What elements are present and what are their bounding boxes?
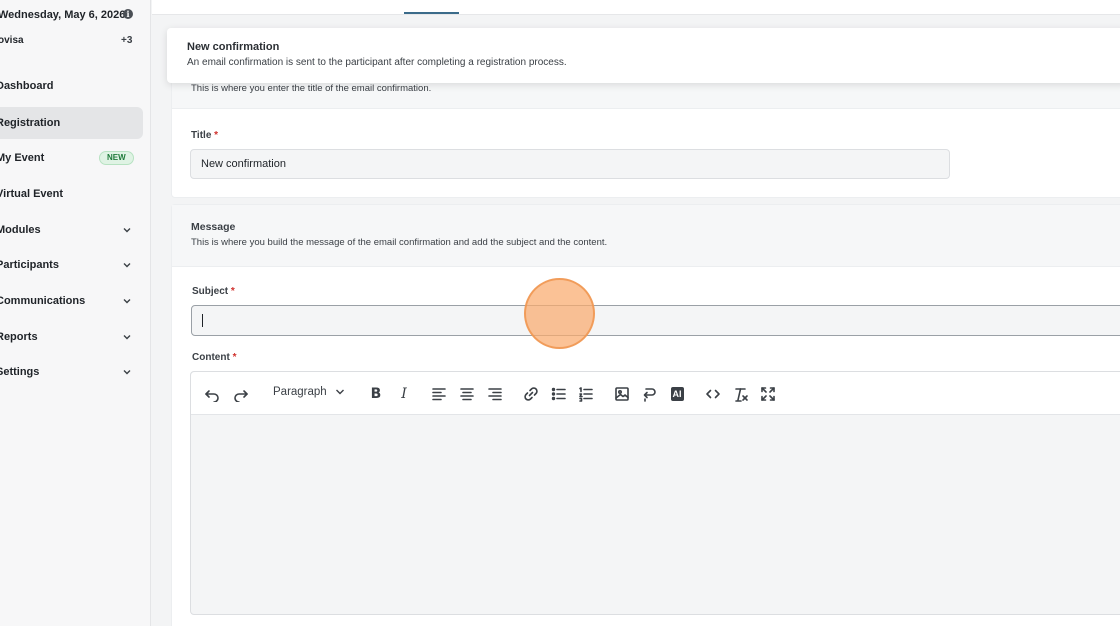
required-mark: * [214,130,219,141]
link-icon[interactable] [522,385,540,403]
sidebar-item-virtual-event[interactable]: Virtual Event [0,178,143,210]
block-format-select[interactable]: Paragraph [273,386,345,398]
sidebar-item-label: Registration [0,117,61,129]
chevron-down-icon [123,263,131,268]
chevron-down-icon [335,389,344,395]
undo-icon[interactable] [203,385,221,403]
align-left-icon[interactable] [430,385,448,403]
sidebar-item-label: My Event [0,152,45,164]
chevron-down-icon [123,370,131,375]
image-icon[interactable] [613,385,631,403]
chevron-down-icon [123,299,131,304]
info-icon[interactable]: i [123,9,133,19]
redo-icon[interactable] [232,385,250,403]
organization-name[interactable]: ovisa [0,35,24,46]
code-icon[interactable] [704,385,722,403]
page-title: New confirmation [187,41,280,53]
sidebar-item-registration[interactable]: Registration [0,107,143,139]
title-card: This is where you enter the title of the… [171,70,1120,198]
sidebar-item-communications[interactable]: Communications [0,285,143,317]
sidebar-item-label: Reports [0,331,38,343]
sidebar: Wednesday, May 6, 2026 i ovisa +3 Dashbo… [0,0,151,626]
organization-extra-count[interactable]: +3 [121,35,132,46]
message-card-header: Message This is where you build the mess… [172,205,1120,267]
sidebar-item-participants[interactable]: Participants [0,249,143,281]
subject-label-text: Subject [192,286,229,297]
message-section-description: This is where you build the message of t… [191,237,608,248]
bold-icon[interactable]: B [367,385,385,403]
content-field-label: Content * [192,352,236,363]
sidebar-item-modules[interactable]: Modules [0,214,143,246]
required-mark: * [232,352,237,363]
sidebar-item-reports[interactable]: Reports [0,321,143,353]
required-mark: * [230,286,235,297]
new-badge: NEW [99,151,134,165]
clear-format-icon[interactable] [732,385,750,403]
ai-label: AI [670,387,684,401]
title-field-label: Title * [191,130,218,141]
chevron-down-icon [123,228,131,233]
text-caret [202,314,203,327]
sidebar-item-label: Modules [0,224,41,236]
top-tabs [152,0,1120,15]
content-label-text: Content [192,352,230,363]
title-section-description: This is where you enter the title of the… [191,83,432,94]
subject-field-label: Subject * [192,286,235,297]
sidebar-item-my-event[interactable]: My Event NEW [0,142,143,174]
click-indicator [524,278,595,349]
ai-icon[interactable]: AI [668,385,686,403]
italic-icon[interactable]: I [395,385,413,403]
title-input[interactable]: New confirmation [190,149,950,179]
current-date: Wednesday, May 6, 2026 [0,9,126,21]
content-editor[interactable]: Paragraph B I AI [190,371,1120,615]
title-label-text: Title [191,130,212,141]
numbered-list-icon[interactable] [577,385,595,403]
main-content: New confirmation An email confirmation i… [152,0,1120,626]
sidebar-item-label: Dashboard [0,80,54,92]
sidebar-item-label: Virtual Event [0,188,64,200]
fullscreen-icon[interactable] [759,385,777,403]
editor-toolbar: Paragraph B I AI [191,372,1120,415]
title-input-value: New confirmation [201,158,286,170]
message-section-title: Message [191,221,236,233]
sidebar-item-dashboard[interactable]: Dashboard [0,70,143,102]
sidebar-item-label: Communications [0,295,86,307]
subject-input[interactable] [191,305,1120,336]
bullet-list-icon[interactable] [550,385,568,403]
align-right-icon[interactable] [486,385,504,403]
active-tab-indicator [404,12,459,14]
block-format-value: Paragraph [273,386,327,398]
sidebar-item-label: Participants [0,259,59,271]
sidebar-item-settings[interactable]: Settings [0,356,143,388]
chevron-down-icon [123,335,131,340]
page-description: An email confirmation is sent to the par… [187,57,567,68]
confirmation-header: New confirmation An email confirmation i… [167,28,1120,83]
align-center-icon[interactable] [458,385,476,403]
sidebar-item-label: Settings [0,366,40,378]
embed-icon[interactable] [640,385,658,403]
